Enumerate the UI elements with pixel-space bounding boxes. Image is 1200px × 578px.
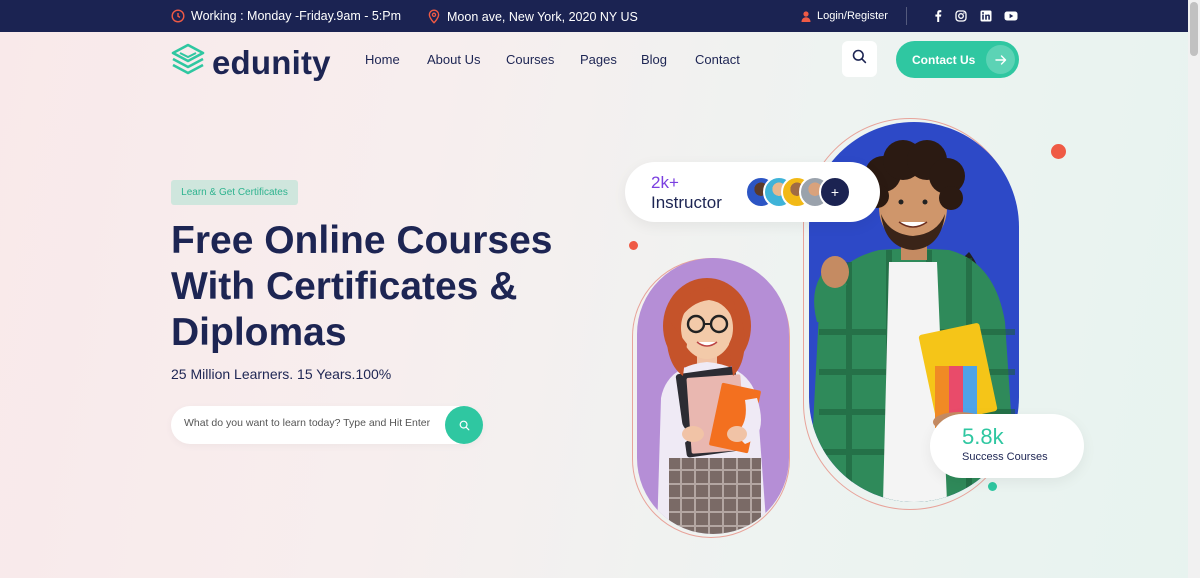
- hero-subline: 25 Million Learners. 15 Years.100%: [171, 366, 392, 382]
- contact-us-button[interactable]: Contact Us: [896, 41, 1019, 78]
- nav-blog[interactable]: Blog: [641, 52, 667, 67]
- headline-line-3: Diplomas: [171, 311, 347, 354]
- instructor-label: Instructor: [651, 193, 722, 212]
- nav-home[interactable]: Home: [365, 52, 400, 67]
- courses-label: Success Courses: [962, 451, 1048, 463]
- student-girl-image: [637, 258, 789, 534]
- working-hours: Working : Monday -Friday.9am - 5:Pm: [171, 9, 401, 23]
- hero-headline: Free Online Courses With Certificates & …: [171, 218, 552, 356]
- headline-line-2: With Certificates &: [171, 265, 518, 308]
- search-icon: [852, 49, 867, 69]
- user-icon: [801, 10, 811, 22]
- course-search-box: [171, 406, 483, 444]
- clock-icon: [171, 9, 185, 23]
- contact-us-label: Contact Us: [912, 53, 976, 67]
- header-search-button[interactable]: [842, 41, 877, 77]
- course-search-input[interactable]: [184, 417, 444, 429]
- address: Moon ave, New York, 2020 NY US: [427, 9, 638, 24]
- arrow-right-icon: [986, 45, 1015, 74]
- decor-dot-coral-large: [1051, 144, 1066, 159]
- location-pin-icon: [427, 9, 441, 24]
- page-scrollbar[interactable]: [1188, 0, 1200, 578]
- youtube-icon[interactable]: [1004, 9, 1018, 23]
- nav-courses[interactable]: Courses: [506, 52, 554, 67]
- brand-logo[interactable]: edunity: [170, 42, 331, 83]
- search-icon: [459, 420, 469, 430]
- brand-name: edunity: [212, 43, 331, 81]
- nav-contact[interactable]: Contact: [695, 52, 740, 67]
- hero-tag: Learn & Get Certificates: [171, 180, 298, 205]
- instructor-count: 2k+: [651, 173, 679, 192]
- instagram-icon[interactable]: [954, 9, 968, 23]
- login-register-text: Login/Register: [817, 10, 888, 22]
- linkedin-icon[interactable]: [979, 9, 993, 23]
- scrollbar-thumb[interactable]: [1190, 2, 1198, 56]
- facebook-icon[interactable]: [931, 9, 945, 23]
- address-text: Moon ave, New York, 2020 NY US: [447, 9, 638, 24]
- logo-mark-icon: [170, 42, 206, 83]
- headline-line-1: Free Online Courses: [171, 219, 553, 262]
- instructor-stat-card: 2k+ Instructor +: [625, 162, 880, 222]
- login-register-link[interactable]: Login/Register: [801, 10, 888, 22]
- courses-count: 5.8k: [962, 424, 1004, 449]
- nav-about-us[interactable]: About Us: [427, 52, 480, 67]
- instructor-avatars: +: [745, 176, 855, 208]
- courses-stat-card: 5.8k Success Courses: [930, 414, 1084, 478]
- decor-dot-green: [988, 482, 997, 491]
- topbar-divider: [906, 7, 907, 25]
- top-info-bar: Working : Monday -Friday.9am - 5:Pm Moon…: [0, 0, 1200, 32]
- more-instructors-button[interactable]: +: [819, 176, 851, 208]
- working-hours-text: Working : Monday -Friday.9am - 5:Pm: [191, 9, 402, 23]
- nav-pages[interactable]: Pages: [580, 52, 617, 67]
- course-search-submit[interactable]: [445, 406, 483, 444]
- decor-dot-coral-small: [629, 241, 638, 250]
